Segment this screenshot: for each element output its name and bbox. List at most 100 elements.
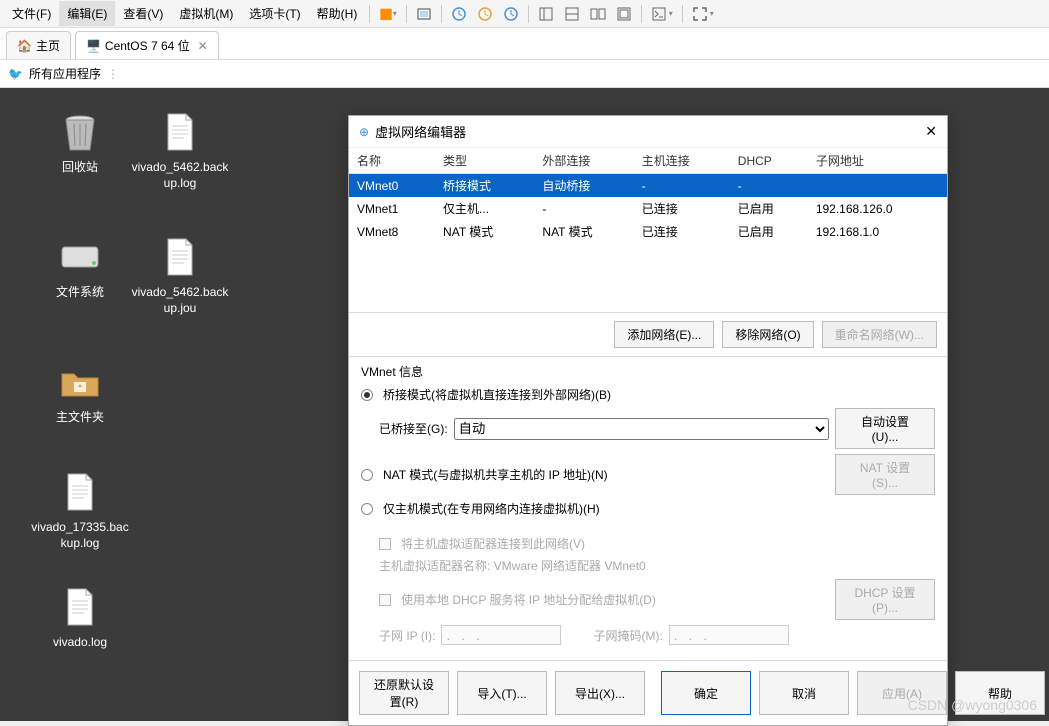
main-menubar: 文件(F) 编辑(E) 查看(V) 虚拟机(M) 选项卡(T) 帮助(H) ▮▮… <box>0 0 1049 28</box>
table-header[interactable]: 主机连接 <box>634 148 730 174</box>
menu-file[interactable]: 文件(F) <box>4 1 59 26</box>
clock-back-icon[interactable] <box>446 3 472 25</box>
dialog-close-button[interactable]: ✕ <box>925 123 937 140</box>
table-cell: VMnet0 <box>349 174 435 198</box>
table-header[interactable]: 类型 <box>435 148 534 174</box>
all-apps-label[interactable]: 所有应用程序 <box>29 65 101 82</box>
rename-network-button[interactable]: 重命名网络(W)... <box>822 321 937 348</box>
table-row[interactable]: VMnet8NAT 模式NAT 模式已连接已启用192.168.1.0 <box>349 220 947 243</box>
vmnet-info-panel: VMnet 信息 桥接模式(将虚拟机直接连接到外部网络)(B) 已桥接至(G):… <box>349 356 947 660</box>
fullscreen-icon[interactable]: ▾ <box>687 3 719 25</box>
bridge-to-label: 已桥接至(G): <box>379 420 448 437</box>
radio-bridge[interactable] <box>361 389 373 401</box>
table-cell: - <box>534 197 633 220</box>
desktop-icon[interactable]: 回收站 <box>30 108 130 176</box>
cb-host-adapter <box>379 538 391 550</box>
bridge-select[interactable]: 自动 <box>454 418 829 440</box>
auto-settings-button[interactable]: 自动设置(U)... <box>835 408 935 449</box>
radio-bridge-label: 桥接模式(将虚拟机直接连接到外部网络)(B) <box>383 386 611 403</box>
radio-hostonly[interactable] <box>361 503 373 515</box>
nat-settings-button[interactable]: NAT 设置(S)... <box>835 454 935 495</box>
layout-1-icon[interactable] <box>533 3 559 25</box>
desktop-icon[interactable]: vivado.log <box>30 583 130 651</box>
desktop-icon-label: 回收站 <box>30 160 130 176</box>
file-icon <box>156 108 204 156</box>
vm-icon: 🖥️ <box>86 39 101 53</box>
desktop-icon[interactable]: vivado_5462.backup.jou <box>130 233 230 316</box>
cb-dhcp <box>379 594 391 606</box>
import-button[interactable]: 导入(T)... <box>457 671 547 715</box>
desktop-icon-label: vivado_17335.backup.log <box>30 520 130 551</box>
desktop-icon[interactable]: vivado_5462.backup.log <box>130 108 230 191</box>
tab-home-label: 主页 <box>36 37 60 54</box>
table-cell: 已连接 <box>634 197 730 220</box>
table-cell: - <box>634 174 730 198</box>
clock-icon[interactable] <box>472 3 498 25</box>
table-cell: 已启用 <box>730 220 808 243</box>
clock-fwd-icon[interactable] <box>498 3 524 25</box>
table-cell <box>808 174 947 198</box>
menu-edit[interactable]: 编辑(E) <box>59 1 115 26</box>
add-network-button[interactable]: 添加网络(E)... <box>614 321 714 348</box>
remove-network-button[interactable]: 移除网络(O) <box>722 321 813 348</box>
cancel-button[interactable]: 取消 <box>759 671 849 715</box>
desktop-icon-label: vivado.log <box>30 635 130 651</box>
subnet-ip-label: 子网 IP (I): <box>379 627 435 644</box>
table-cell: - <box>730 174 808 198</box>
dhcp-settings-button[interactable]: DHCP 设置(P)... <box>835 579 935 620</box>
ok-button[interactable]: 确定 <box>661 671 751 715</box>
snapshot-icon[interactable] <box>411 3 437 25</box>
trash-icon <box>56 108 104 156</box>
more-icon[interactable]: ⋮ <box>107 67 121 81</box>
table-cell: 桥接模式 <box>435 174 534 198</box>
vmnet-info-label: VMnet 信息 <box>361 363 935 380</box>
console-icon[interactable]: ▾ <box>646 3 678 25</box>
virtual-network-editor-dialog: ⊕ 虚拟网络编辑器 ✕ 名称类型外部连接主机连接DHCP子网地址 VMnet0桥… <box>348 115 948 726</box>
table-cell: 已启用 <box>730 197 808 220</box>
file-icon <box>156 233 204 281</box>
tab-bar: 🏠 主页 🖥️ CentOS 7 64 位 ✕ <box>0 28 1049 60</box>
subnet-ip-input <box>441 625 561 645</box>
table-cell: NAT 模式 <box>534 220 633 243</box>
menu-help[interactable]: 帮助(H) <box>309 1 366 26</box>
menu-vm[interactable]: 虚拟机(M) <box>171 1 241 26</box>
menu-tabs[interactable]: 选项卡(T) <box>241 1 308 26</box>
drive-icon <box>56 233 104 281</box>
tab-centos[interactable]: 🖥️ CentOS 7 64 位 ✕ <box>75 31 219 59</box>
table-row[interactable]: VMnet1仅主机...-已连接已启用192.168.126.0 <box>349 197 947 220</box>
desktop-icon[interactable]: 主文件夹 <box>30 358 130 426</box>
pause-button[interactable]: ▮▮▾ <box>374 2 401 25</box>
table-header[interactable]: DHCP <box>730 148 808 174</box>
cb-host-adapter-label: 将主机虚拟适配器连接到此网络(V) <box>401 535 585 552</box>
table-cell: VMnet1 <box>349 197 435 220</box>
table-cell: 已连接 <box>634 220 730 243</box>
radio-nat-label: NAT 模式(与虚拟机共享主机的 IP 地址)(N) <box>383 466 608 483</box>
table-cell: 自动桥接 <box>534 174 633 198</box>
app-launcher-icon[interactable]: 🐦 <box>8 67 23 81</box>
table-cell: 192.168.1.0 <box>808 220 947 243</box>
desktop-icon-label: vivado_5462.backup.log <box>130 160 230 191</box>
desktop-icon[interactable]: vivado_17335.backup.log <box>30 468 130 551</box>
tab-centos-label: CentOS 7 64 位 <box>105 37 190 54</box>
menu-view[interactable]: 查看(V) <box>115 1 171 26</box>
radio-nat[interactable] <box>361 469 373 481</box>
table-row[interactable]: VMnet0桥接模式自动桥接-- <box>349 174 947 198</box>
table-cell: VMnet8 <box>349 220 435 243</box>
restore-defaults-button[interactable]: 还原默认设置(R) <box>359 671 449 715</box>
table-header[interactable]: 外部连接 <box>534 148 633 174</box>
cb-dhcp-label: 使用本地 DHCP 服务将 IP 地址分配给虚拟机(D) <box>401 591 656 608</box>
desktop-icon-label: 文件系统 <box>30 285 130 301</box>
layout-2-icon[interactable] <box>559 3 585 25</box>
sub-bar: 🐦 所有应用程序 ⋮ <box>0 60 1049 88</box>
table-header[interactable]: 子网地址 <box>808 148 947 174</box>
layout-3-icon[interactable] <box>585 3 611 25</box>
tab-home[interactable]: 🏠 主页 <box>6 31 71 59</box>
table-cell: 仅主机... <box>435 197 534 220</box>
export-button[interactable]: 导出(X)... <box>555 671 645 715</box>
desktop-icon-label: vivado_5462.backup.jou <box>130 285 230 316</box>
table-header[interactable]: 名称 <box>349 148 435 174</box>
close-tab-icon[interactable]: ✕ <box>198 39 208 53</box>
desktop-icon[interactable]: 文件系统 <box>30 233 130 301</box>
layout-4-icon[interactable] <box>611 3 637 25</box>
watermark: CSDN @wyong0306 <box>908 697 1037 713</box>
